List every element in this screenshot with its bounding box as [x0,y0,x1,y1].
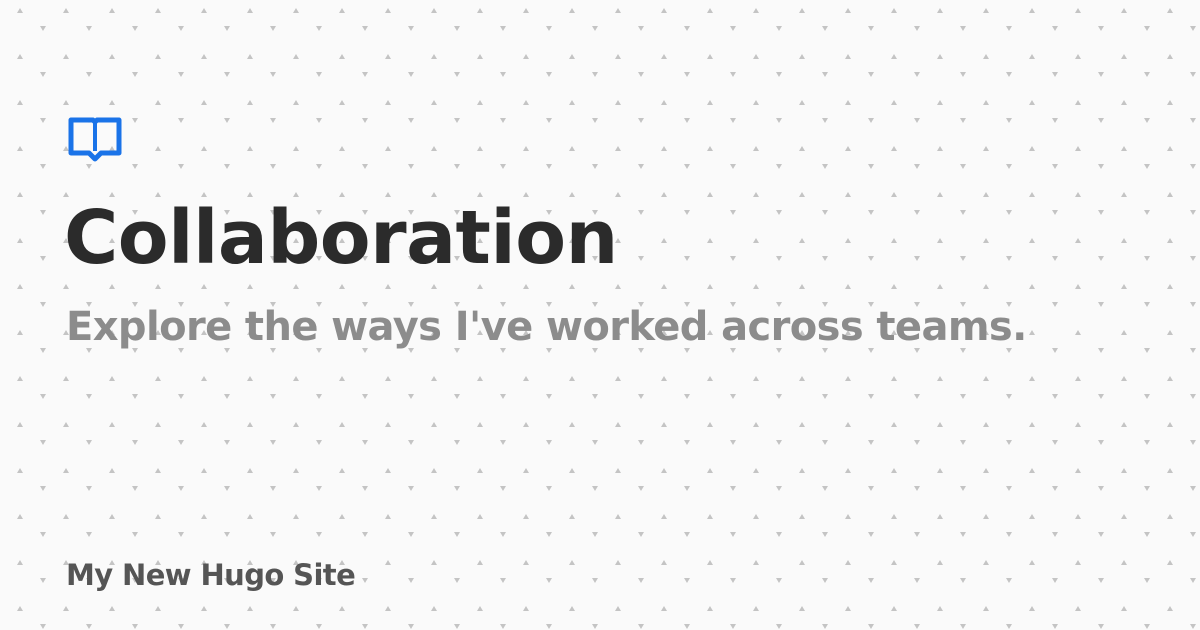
page-title: Collaboration [64,195,618,281]
open-book-icon [68,117,122,163]
page-subtitle: Explore the ways I've worked across team… [66,304,1027,350]
site-name: My New Hugo Site [66,558,356,592]
og-card: Collaboration Explore the ways I've work… [0,0,1200,630]
